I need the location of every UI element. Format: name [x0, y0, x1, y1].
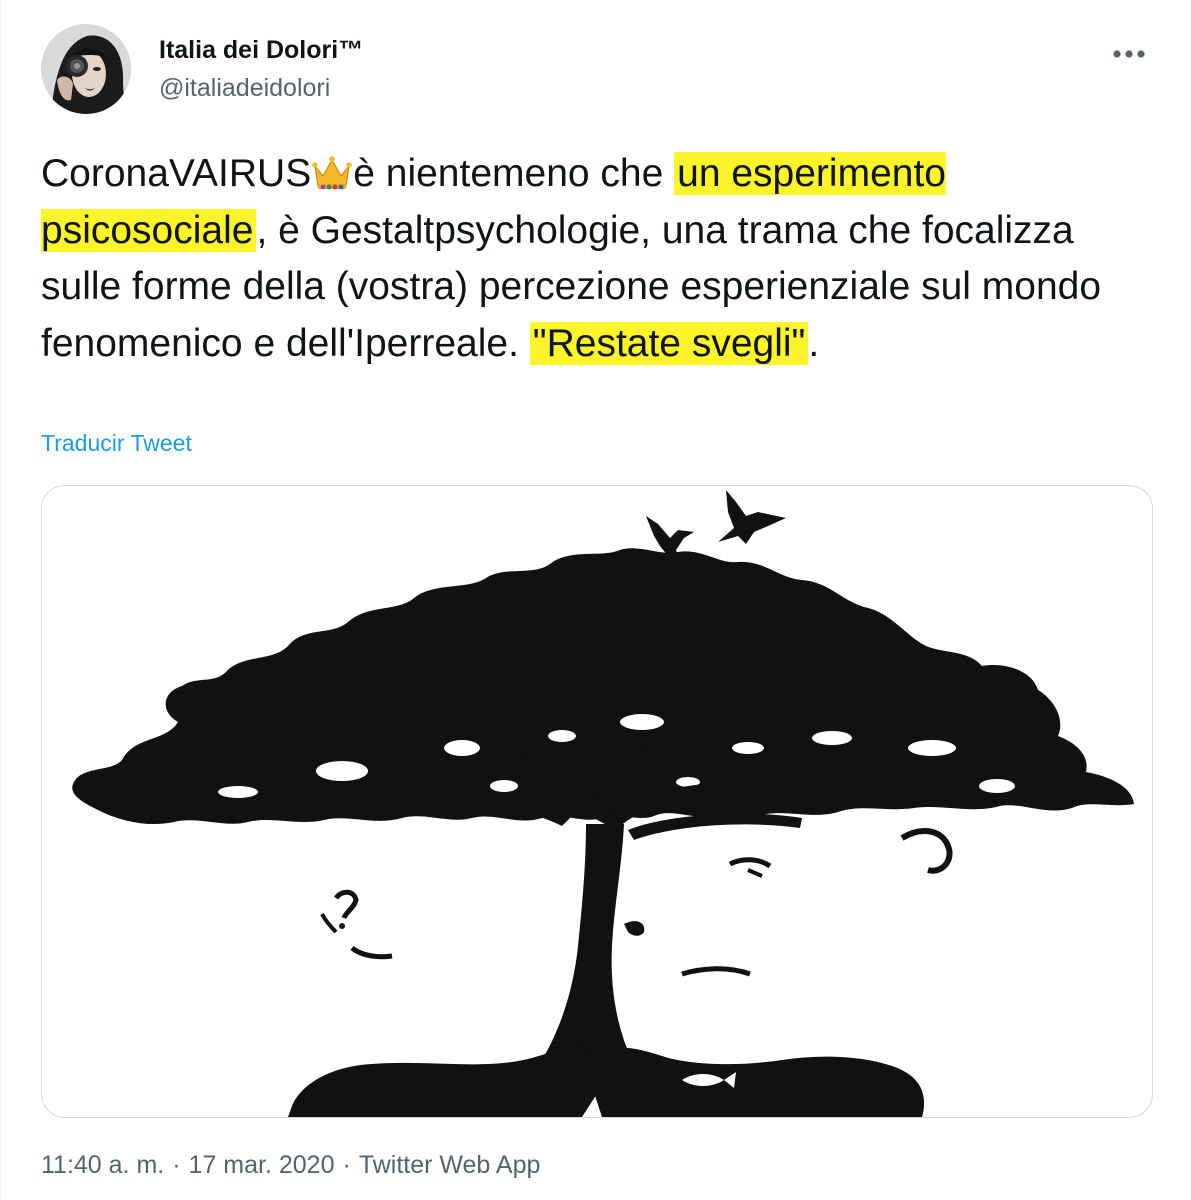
crown-emoji-icon — [312, 152, 352, 190]
tweet-text: CoronaVAIRUS è nientemeno che un esperim… — [41, 146, 1151, 372]
tweet-text-segment: è nientemeno che — [353, 152, 675, 195]
tweet-text-segment: CoronaVAIRUS — [41, 152, 312, 195]
tweet-metadata: 11:40 a. m. · 17 mar. 2020 · Twitter Web App — [41, 1151, 540, 1180]
highlighted-text: "Restate svegli" — [529, 321, 809, 365]
tweet-source[interactable]: Twitter Web App — [359, 1151, 541, 1179]
tree-lions-illustration — [72, 490, 1135, 1117]
avatar[interactable] — [41, 24, 131, 114]
user-handle[interactable]: @italiadeidolori — [159, 74, 330, 103]
profile-photo-icon — [41, 24, 131, 114]
display-name[interactable]: Italia dei Dolori™ — [159, 36, 363, 65]
separator: · — [172, 1151, 181, 1179]
ellipsis-icon — [1113, 50, 1145, 58]
tweet-time[interactable]: 11:40 a. m. — [41, 1151, 164, 1179]
tweet-header: Italia dei Dolori™ @italiadeidolori — [41, 24, 1151, 120]
tweet-card: Italia dei Dolori™ @italiadeidolori Coro… — [0, 0, 1191, 1200]
more-options-button[interactable] — [1107, 32, 1151, 76]
tweet-date[interactable]: 17 mar. 2020 — [189, 1151, 335, 1179]
tweet-text-segment: . — [808, 321, 820, 365]
separator: · — [342, 1151, 351, 1179]
tweet-media-image[interactable] — [41, 485, 1153, 1118]
translate-tweet-link[interactable]: Traducir Tweet — [41, 430, 192, 457]
